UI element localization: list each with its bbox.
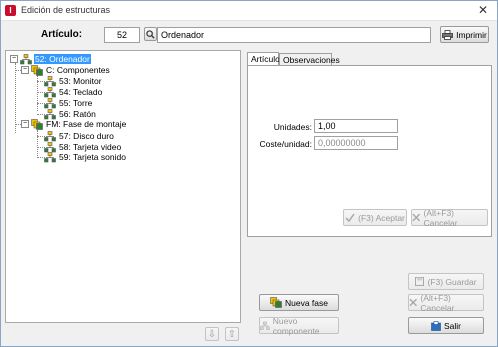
accept-button[interactable]: (F3) Aceptar xyxy=(343,209,407,226)
nueva-fase-button[interactable]: Nueva fase xyxy=(259,294,339,311)
articulo-name-input[interactable]: Ordenador xyxy=(157,27,431,43)
close-icon[interactable]: ✕ xyxy=(475,2,491,18)
structure-icon xyxy=(44,86,56,97)
tree-node-label: 54: Teclado xyxy=(59,87,103,97)
tree-node-label: 55: Torre xyxy=(59,98,93,108)
phase-icon xyxy=(31,118,43,130)
nueva-fase-label: Nueva fase xyxy=(285,297,328,308)
tree-node-label: 52: Ordenador xyxy=(34,54,91,64)
checkmark-icon xyxy=(345,213,355,222)
structure-icon xyxy=(260,321,270,330)
search-button[interactable] xyxy=(144,27,157,41)
arrow-up-icon: ⇧ xyxy=(227,328,237,340)
nuevo-componente-button[interactable]: Nuevo componente xyxy=(259,315,339,336)
unidades-input[interactable]: 1,00 xyxy=(314,119,398,133)
structure-icon xyxy=(44,130,56,141)
tree-node-label: FM: Fase de montaje xyxy=(46,119,127,129)
move-down-button[interactable]: ⇩ xyxy=(205,327,219,341)
cancel-edit-button-label: (Alt+F3) Cancelar xyxy=(423,207,458,228)
structure-icon xyxy=(44,151,56,162)
tab-panel-articulo: Unidades: 1,00 Coste/unidad: 0,00000000 … xyxy=(247,65,492,237)
salir-label: Salir xyxy=(443,320,461,331)
save-icon xyxy=(415,277,425,286)
window-title: Edición de estructuras xyxy=(21,5,111,15)
tree-node-label: 53: Monitor xyxy=(59,76,102,86)
search-icon xyxy=(146,29,155,39)
app-icon: I xyxy=(5,5,16,16)
coste-unidad-input[interactable]: 0,00000000 xyxy=(314,136,398,150)
coste-unidad-label: Coste/unidad: xyxy=(259,139,312,149)
print-button[interactable]: Imprimir xyxy=(440,26,489,43)
salir-button[interactable]: Salir xyxy=(408,317,484,334)
structure-icon xyxy=(44,75,56,86)
collapse-icon[interactable]: − xyxy=(10,55,18,63)
collapse-icon[interactable]: − xyxy=(21,120,29,128)
guardar-label: (F3) Guardar xyxy=(427,276,477,287)
tree-node-label: C: Componentes xyxy=(46,65,110,75)
accept-button-label: (F3) Aceptar xyxy=(358,212,405,223)
phase-icon xyxy=(31,64,43,76)
guardar-button[interactable]: (F3) Guardar xyxy=(408,273,484,290)
structure-tree[interactable]: − 52: Ordenador − C: Componentes 53: Mon… xyxy=(5,50,241,323)
tree-node-tarjeta-sonido[interactable]: 59: Tarjeta sonido xyxy=(44,151,127,163)
cancel-icon xyxy=(412,213,421,222)
cancelar-button[interactable]: (Alt+F3) Cancelar xyxy=(408,292,484,313)
print-button-label: Imprimir xyxy=(456,29,487,40)
tree-node-label: 57: Disco duro xyxy=(59,131,114,141)
printer-icon xyxy=(442,29,454,40)
unidades-label: Unidades: xyxy=(273,122,312,132)
cancelar-label: (Alt+F3) Cancelar xyxy=(420,292,455,313)
articulo-code-input[interactable]: 52 xyxy=(104,27,140,43)
cancel-icon xyxy=(409,298,417,307)
move-up-button[interactable]: ⇧ xyxy=(225,327,239,341)
edicion-estructuras-window: I Edición de estructuras ✕ Artículo: 52 … xyxy=(0,0,498,347)
tree-node-label: 59: Tarjeta sonido xyxy=(59,152,126,162)
exit-icon xyxy=(431,320,441,331)
structure-icon xyxy=(44,97,56,108)
structure-icon xyxy=(20,53,32,64)
phase-icon xyxy=(270,297,282,308)
cancel-edit-button[interactable]: (Alt+F3) Cancelar xyxy=(411,207,488,228)
arrow-down-icon: ⇩ xyxy=(207,328,217,340)
nuevo-componente-label: Nuevo componente xyxy=(272,315,320,336)
articulo-label: Artículo: xyxy=(41,29,83,40)
title-bar: I Edición de estructuras ✕ xyxy=(1,1,497,21)
collapse-icon[interactable]: − xyxy=(21,66,29,74)
tree-node-fase-montaje[interactable]: − FM: Fase de montaje xyxy=(21,118,127,130)
